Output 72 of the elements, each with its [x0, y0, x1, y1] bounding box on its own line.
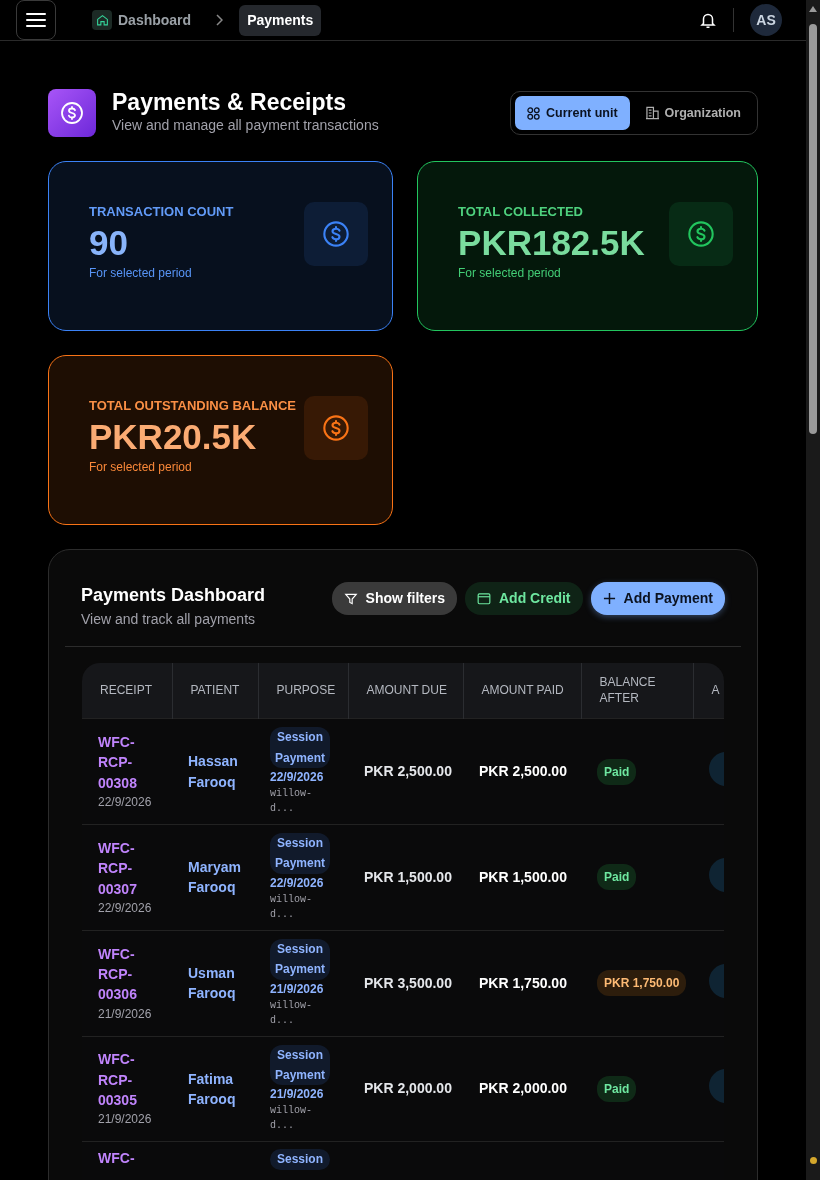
- dashboard-subtitle: View and track all payments: [81, 610, 257, 629]
- plus-icon: [602, 592, 616, 605]
- breadcrumb-link[interactable]: Dashboard: [84, 4, 200, 36]
- add-payment-button[interactable]: Add Payment: [590, 582, 725, 615]
- amount-paid: PKR 1,750.00: [479, 974, 567, 991]
- indicator-dot: [809, 1157, 817, 1164]
- stat-label: TOTAL COLLECTED: [458, 203, 584, 221]
- paid-badge: Paid: [597, 758, 637, 785]
- stat-value: 90: [89, 221, 129, 264]
- amount-paid: PKR 2,500.00: [479, 763, 567, 780]
- menu-button[interactable]: [16, 0, 56, 40]
- scope-tab[interactable]: Current unit: [515, 95, 630, 131]
- filter-icon: [343, 591, 358, 606]
- dollar-icon: [322, 220, 351, 248]
- purpose-date: 21/9/2026: [270, 980, 325, 998]
- purpose-date: 21/9/2026: [270, 1086, 325, 1104]
- purpose-tag: Session Payment: [270, 1044, 330, 1086]
- paid-badge: Paid: [597, 1075, 637, 1102]
- purpose-note: willow-d...: [270, 1104, 313, 1134]
- paid-badge: Paid: [597, 864, 637, 891]
- building-icon: [645, 106, 659, 120]
- wallet-icon: [476, 592, 491, 605]
- column-header: RECEIPT: [82, 663, 172, 719]
- amount-paid: PKR 1,500.00: [479, 868, 567, 885]
- purpose-note: willow-d...: [270, 786, 313, 816]
- dollar-icon: [322, 414, 351, 442]
- purpose-tag: Session: [270, 1149, 330, 1170]
- purpose-note: willow-d...: [270, 998, 313, 1028]
- scroll-up-icon[interactable]: [809, 6, 817, 12]
- purpose-tag: Session Payment: [270, 938, 330, 980]
- stat-note: For selected period: [89, 264, 193, 282]
- receipt-date: 21/9/2026: [98, 1005, 153, 1023]
- grid-icon: [527, 106, 541, 120]
- purpose-tag: Session Payment: [270, 727, 330, 768]
- receipt-date: 22/9/2026: [98, 899, 153, 917]
- receipt-date: 21/9/2026: [98, 1111, 153, 1129]
- add-credit-button[interactable]: Add Credit: [464, 582, 583, 615]
- purpose-date: 22/9/2026: [270, 874, 325, 892]
- stat-note: For selected period: [89, 458, 193, 476]
- scrollbar-thumb[interactable]: [809, 24, 817, 434]
- breadcrumb-link[interactable]: Payments: [239, 4, 322, 36]
- stat-label: TRANSACTION COUNT: [89, 203, 234, 221]
- dollar-icon: [60, 101, 84, 125]
- purpose-date: 22/9/2026: [270, 768, 325, 786]
- chevron-right-icon: [215, 14, 224, 26]
- home-icon: [92, 10, 112, 30]
- receipt-number[interactable]: WFC-RCP-00306: [98, 943, 144, 1005]
- show-filters-button[interactable]: Show filters: [331, 582, 457, 615]
- stat-value: PKR20.5K: [89, 415, 258, 458]
- user-avatar[interactable]: AS: [750, 4, 782, 36]
- dashboard-title: Payments Dashboard: [81, 584, 266, 607]
- stat-value: PKR182.5K: [458, 221, 645, 264]
- stat-label: TOTAL OUTSTANDING BALANCE: [89, 397, 297, 415]
- scope-tab[interactable]: Organization: [633, 95, 753, 131]
- amount-due: PKR 1,500.00: [364, 868, 452, 885]
- amount-due: PKR 3,500.00: [364, 974, 452, 991]
- receipt-number[interactable]: WFC-RCP-00308: [98, 732, 144, 793]
- purpose-note: willow-d...: [270, 892, 313, 922]
- amount-paid: PKR 2,000.00: [479, 1080, 567, 1097]
- amount-due: PKR 2,500.00: [364, 763, 452, 780]
- receipt-number[interactable]: WFC-RCP-00307: [98, 837, 144, 899]
- stat-note: For selected period: [458, 264, 562, 282]
- receipt-date: 22/9/2026: [98, 794, 153, 811]
- page-subtitle: View and manage all payment transactions: [112, 116, 379, 136]
- scrollbar[interactable]: [806, 0, 820, 1180]
- balance-badge: PKR 1,750.00: [597, 970, 687, 997]
- purpose-tag: Session Payment: [270, 832, 330, 874]
- receipt-number[interactable]: WFC-RCP-00305: [98, 1049, 144, 1111]
- menu-icon: [26, 12, 46, 28]
- page-title: Payments & Receipts: [112, 89, 347, 116]
- amount-due: PKR 2,000.00: [364, 1080, 452, 1097]
- dollar-icon: [687, 220, 715, 248]
